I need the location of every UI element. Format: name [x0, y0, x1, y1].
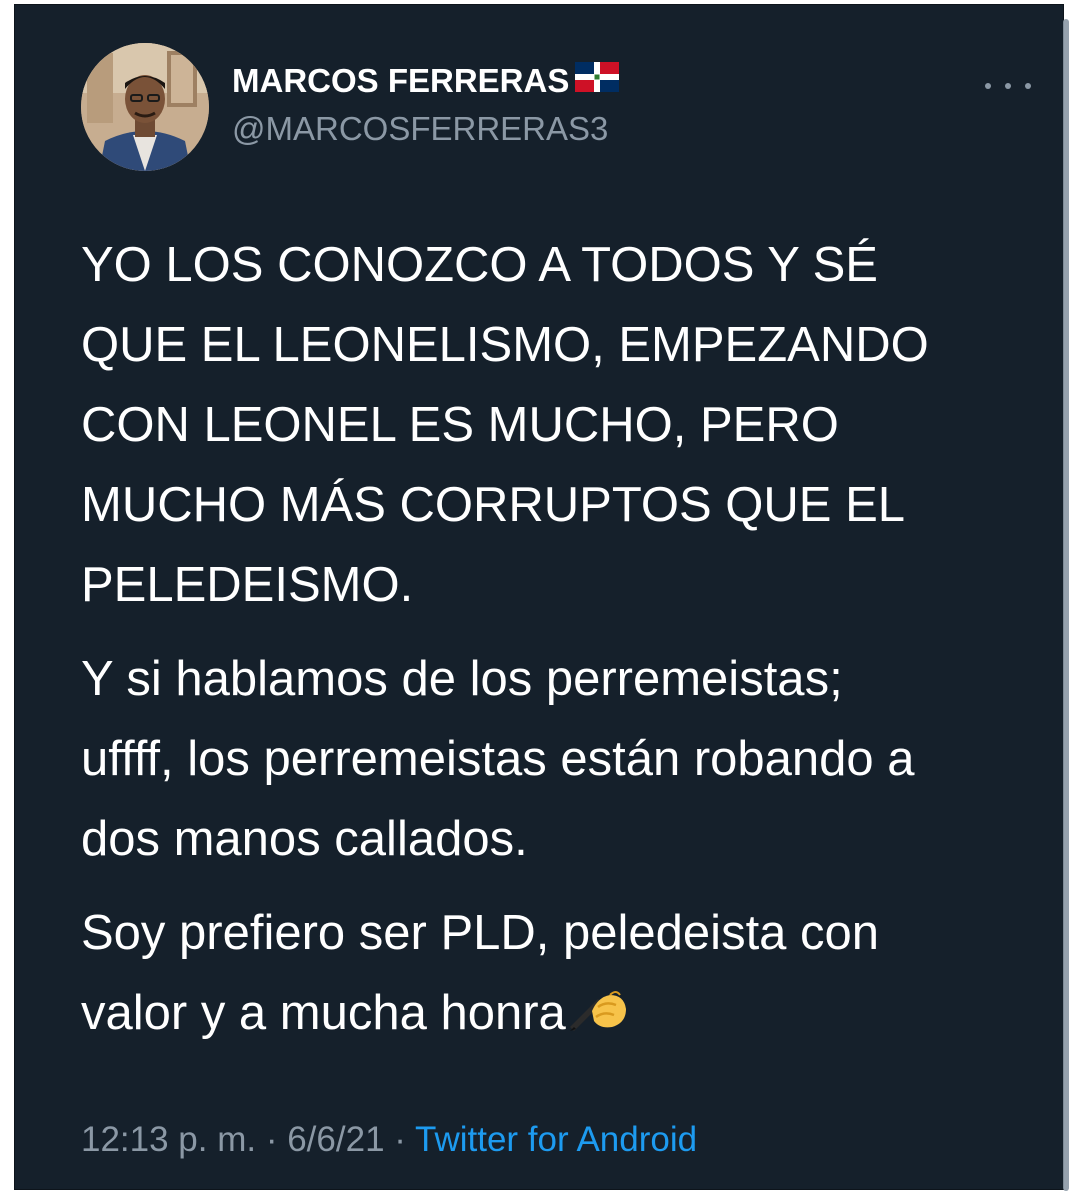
- more-dot: [1025, 83, 1031, 89]
- tweet-paragraph-last: Soy prefiero ser PLD, peledeista con val…: [81, 893, 1041, 1057]
- author-handle[interactable]: @MARCOSFERRERAS3: [232, 109, 608, 149]
- avatar[interactable]: [81, 43, 209, 171]
- dominican-republic-flag-icon: [575, 61, 620, 101]
- tweet-source-link[interactable]: Twitter for Android: [415, 1120, 697, 1159]
- more-dot: [985, 83, 991, 89]
- display-name-text: MARCOS FERRERAS: [232, 62, 570, 99]
- tweet-paragraph: Y si hablamos de los perremeistas; uffff…: [81, 652, 915, 866]
- scrollbar[interactable]: [1063, 19, 1069, 1191]
- author-display-name[interactable]: MARCOS FERRERAS: [232, 61, 620, 101]
- meta-separator: ·: [384, 1120, 416, 1159]
- tweet-card: MARCOS FERRERAS @MARCOSFERRERAS3 YO LOS …: [14, 4, 1069, 1191]
- tweet-time[interactable]: 12:13 p. m.: [81, 1120, 256, 1159]
- tweet-date[interactable]: 6/6/21: [287, 1120, 384, 1159]
- writing-hand-emoji-icon: [568, 977, 628, 1057]
- tweet-paragraph-text: Soy prefiero ser PLD, peledeista con val…: [81, 906, 880, 1040]
- more-options-icon[interactable]: [985, 71, 1031, 101]
- meta-separator: ·: [256, 1120, 288, 1159]
- more-dot: [1005, 83, 1011, 89]
- tweet-text: YO LOS CONOZCO A TODOS Y SÉ QUE EL LEONE…: [81, 225, 1041, 1057]
- tweet-paragraph: YO LOS CONOZCO A TODOS Y SÉ QUE EL LEONE…: [81, 238, 929, 612]
- tweet-metadata: 12:13 p. m. · 6/6/21 · Twitter for Andro…: [81, 1117, 697, 1163]
